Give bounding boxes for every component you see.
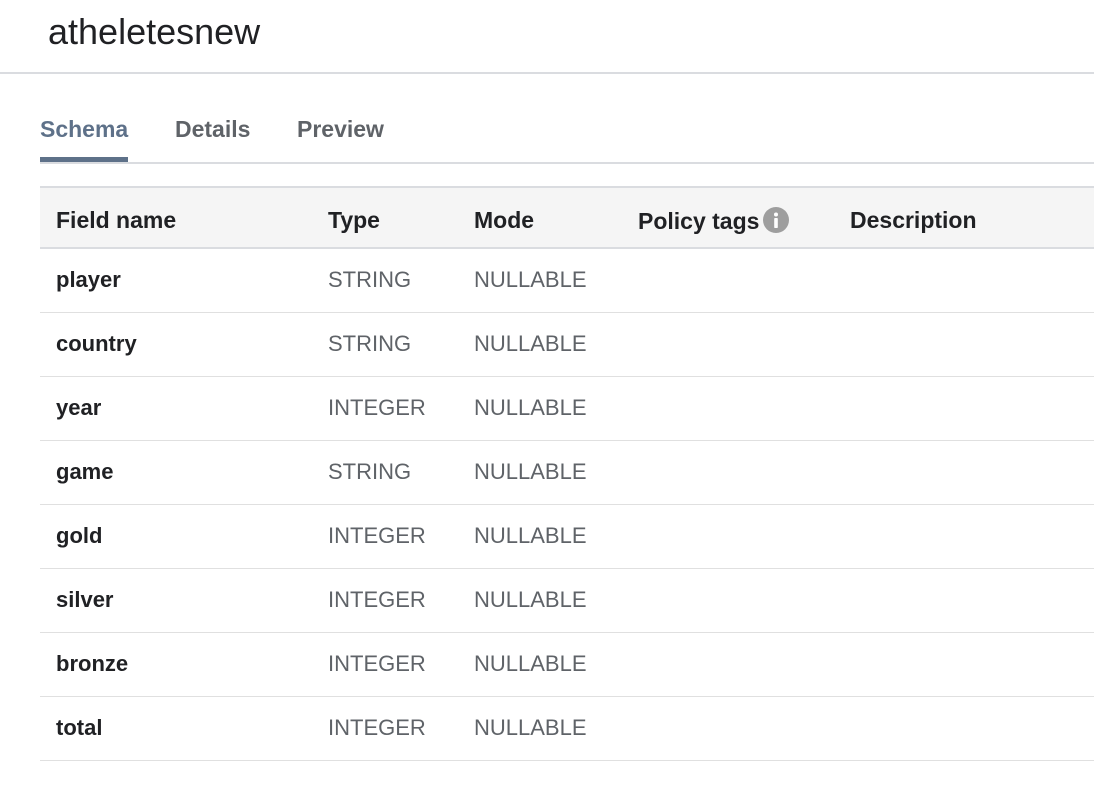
page-title: atheletesnew (48, 11, 261, 52)
mode-cell: NULLABLE (474, 267, 587, 292)
table-row[interactable]: year INTEGER NULLABLE (40, 377, 1094, 441)
field-name-cell: game (56, 459, 114, 484)
header-description[interactable]: Description (850, 207, 977, 234)
header-mode[interactable]: Mode (474, 207, 534, 234)
type-cell: INTEGER (328, 715, 426, 740)
table-row[interactable]: bronze INTEGER NULLABLE (40, 633, 1094, 697)
tab-preview[interactable]: Preview (297, 116, 384, 143)
schema-page: atheletesnew Schema Details Preview Fiel… (0, 0, 1094, 798)
mode-cell: NULLABLE (474, 395, 587, 420)
table-row[interactable]: gold INTEGER NULLABLE (40, 505, 1094, 569)
tab-bar: Schema Details Preview (40, 100, 1094, 164)
table-row[interactable]: country STRING NULLABLE (40, 313, 1094, 377)
type-cell: INTEGER (328, 587, 426, 612)
mode-cell: NULLABLE (474, 651, 587, 676)
table-row[interactable]: game STRING NULLABLE (40, 441, 1094, 505)
field-name-cell: gold (56, 523, 103, 548)
field-name-cell: silver (56, 587, 114, 612)
mode-cell: NULLABLE (474, 715, 587, 740)
header-policy-tags: Policy tags (638, 207, 790, 235)
mode-cell: NULLABLE (474, 587, 587, 612)
mode-cell: NULLABLE (474, 523, 587, 548)
type-cell: INTEGER (328, 395, 426, 420)
tab-details[interactable]: Details (175, 116, 250, 143)
mode-cell: NULLABLE (474, 331, 587, 356)
mode-cell: NULLABLE (474, 459, 587, 484)
type-cell: STRING (328, 331, 412, 356)
field-name-cell: bronze (56, 651, 129, 676)
info-icon[interactable] (763, 207, 790, 233)
tab-schema[interactable]: Schema (40, 116, 128, 143)
type-cell: STRING (328, 459, 412, 484)
table-row[interactable]: player STRING NULLABLE (40, 249, 1094, 313)
field-name-cell: country (56, 331, 137, 356)
header-policy-tags-label: Policy tags (638, 208, 760, 234)
field-name-cell: player (56, 267, 121, 292)
table-header-row: Field name Type Mode Policy tags Descrip… (40, 186, 1094, 249)
header-field-name[interactable]: Field name (56, 207, 176, 234)
active-tab-indicator (40, 157, 128, 162)
table-row[interactable]: total INTEGER NULLABLE (40, 697, 1094, 761)
field-name-cell: total (56, 715, 103, 740)
type-cell: INTEGER (328, 651, 426, 676)
header-type[interactable]: Type (328, 207, 380, 234)
table-row[interactable]: silver INTEGER NULLABLE (40, 569, 1094, 633)
type-cell: INTEGER (328, 523, 426, 548)
type-cell: STRING (328, 267, 412, 292)
field-name-cell: year (56, 395, 102, 420)
title-bar: atheletesnew (0, 0, 1094, 74)
